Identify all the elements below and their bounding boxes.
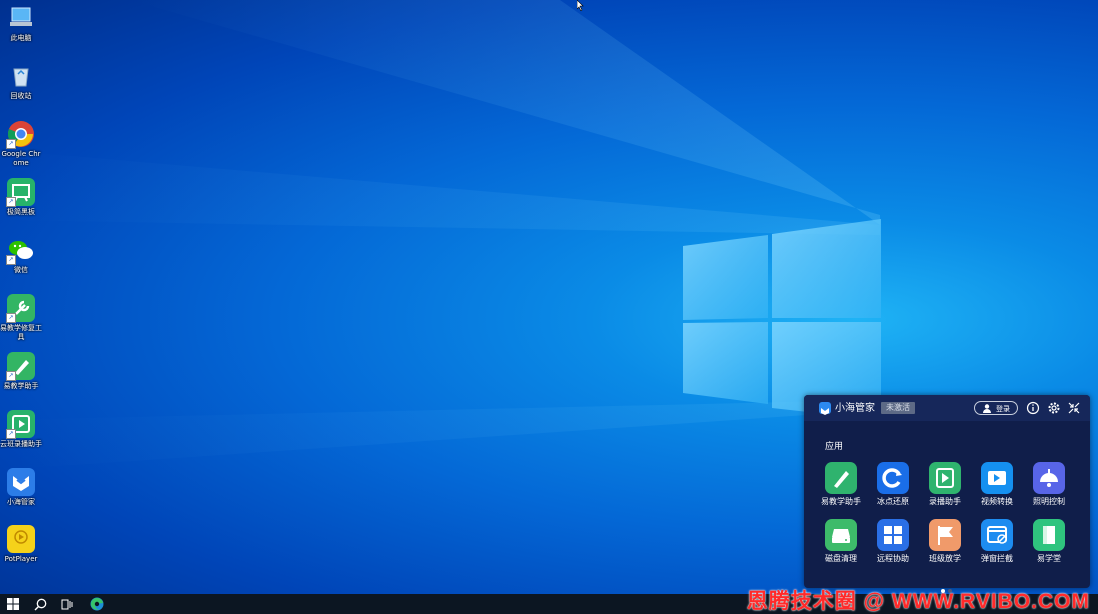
potplayer-icon <box>7 525 35 553</box>
xiaohai-logo-icon <box>819 402 831 415</box>
search-icon <box>34 598 46 610</box>
shortcut-arrow-icon: ↗ <box>6 197 16 207</box>
desktop-icon-label: 此电脑 <box>10 34 32 42</box>
shortcut-arrow-icon: ↗ <box>6 371 16 381</box>
watermark: 恩腾技术圈 @ WWW.RVIBO.COM <box>746 590 1090 613</box>
desktop-icon-recording-assistant[interactable]: ↗ 云班录播助手 <box>0 410 42 449</box>
section-title-apps: 应用 <box>825 442 844 452</box>
book-icon <box>1033 519 1065 551</box>
video-convert-icon <box>981 462 1013 494</box>
desktop-icon-label: 回收站 <box>10 92 32 100</box>
app-class-dismissal[interactable]: 班级放学 <box>920 519 970 564</box>
record-icon <box>929 462 961 494</box>
app-remote-assist[interactable]: 远程协助 <box>868 519 918 564</box>
edge-icon <box>90 597 104 611</box>
desktop-icon-label: Google Chrome <box>1 150 41 167</box>
recycle-bin-icon <box>7 62 35 90</box>
desktop-icon-teaching-assistant[interactable]: ↗ 易教学助手 <box>0 352 42 391</box>
activation-status-badge[interactable]: 未激活 <box>881 402 915 414</box>
app-freeze-restore[interactable]: 冰点还原 <box>868 462 918 507</box>
login-label: 登录 <box>996 405 1010 413</box>
app-label: 易学堂 <box>1037 554 1061 563</box>
app-teaching-assistant[interactable]: 易教学助手 <box>816 462 866 507</box>
blackboard-app-icon: ↗ <box>6 178 35 207</box>
collapse-icon[interactable] <box>1067 401 1081 415</box>
info-icon[interactable] <box>1026 401 1040 415</box>
repair-tool-icon: ↗ <box>6 294 35 323</box>
settings-icon[interactable] <box>1047 401 1061 415</box>
computer-icon <box>7 4 35 32</box>
desktop-icon-xiaohai-manager[interactable]: 小海管家 <box>0 468 42 507</box>
mouse-pointer-icon <box>577 0 584 11</box>
popup-block-icon <box>981 519 1013 551</box>
remote-icon <box>877 519 909 551</box>
wechat-icon: ↗ <box>6 236 35 265</box>
desktop-icon-label: PotPlayer <box>4 555 38 563</box>
app-label: 冰点还原 <box>877 497 909 506</box>
search-button[interactable] <box>27 594 53 614</box>
app-label: 远程协助 <box>877 554 909 563</box>
app-label: 磁盘清理 <box>825 554 857 563</box>
desktop-icon-label: 云班录播助手 <box>0 440 42 448</box>
task-view-button[interactable] <box>54 594 80 614</box>
windows-logo-icon <box>7 598 19 610</box>
desktop-icon-chrome[interactable]: ↗ Google Chrome <box>0 120 42 168</box>
desktop-icon-label: 易教学助手 <box>3 382 39 390</box>
desktop-icon-label: 极简黑板 <box>7 208 35 216</box>
app-label: 录播助手 <box>929 497 961 506</box>
flag-icon <box>929 519 961 551</box>
app-disk-cleanup[interactable]: 磁盘清理 <box>816 519 866 564</box>
pen-icon <box>825 462 857 494</box>
shortcut-arrow-icon: ↗ <box>6 429 16 439</box>
app-label: 易教学助手 <box>821 497 861 506</box>
task-view-icon <box>61 599 73 609</box>
desktop-icon-repair-tool[interactable]: ↗ 易教学修复工具 <box>0 294 42 342</box>
app-label: 照明控制 <box>1033 497 1065 506</box>
shortcut-arrow-icon: ↗ <box>6 139 16 149</box>
app-label: 弹窗拦截 <box>981 554 1013 563</box>
xiaohai-manager-icon <box>7 468 35 496</box>
app-video-convert[interactable]: 视频转换 <box>972 462 1022 507</box>
start-button[interactable] <box>0 594 26 614</box>
lamp-icon <box>1033 462 1065 494</box>
xiaohai-manager-panel: 小海管家 未激活 登录 应用 易教学助手 冰点还原 录播助手 视频转换 照明控制… <box>804 395 1090 593</box>
app-label: 班级放学 <box>929 554 961 563</box>
shortcut-arrow-icon: ↗ <box>6 255 16 265</box>
restore-icon <box>877 462 909 494</box>
desktop-icon-label: 易教学修复工具 <box>0 324 42 341</box>
desktop-icon-recycle-bin[interactable]: 回收站 <box>0 62 42 101</box>
app-label: 视频转换 <box>981 497 1013 506</box>
app-recording-assistant[interactable]: 录播助手 <box>920 462 970 507</box>
app-yi-xuetang[interactable]: 易学堂 <box>1024 519 1074 564</box>
user-icon <box>983 404 991 413</box>
app-lighting-control[interactable]: 照明控制 <box>1024 462 1074 507</box>
shortcut-arrow-icon: ↗ <box>6 313 16 323</box>
recording-assistant-icon: ↗ <box>6 410 35 439</box>
panel-header: 小海管家 未激活 登录 <box>804 395 1090 421</box>
desktop-icon-computer[interactable]: 此电脑 <box>0 4 42 43</box>
teaching-assistant-icon: ↗ <box>6 352 35 381</box>
desktop-icon-blackboard[interactable]: ↗ 极简黑板 <box>0 178 42 217</box>
desktop-icon-label: 小海管家 <box>7 498 35 506</box>
edge-button[interactable] <box>84 594 110 614</box>
desktop-icon-potplayer[interactable]: PotPlayer <box>0 525 42 564</box>
desktop-icon-label: 微信 <box>14 266 28 274</box>
desktop-icon-wechat[interactable]: ↗ 微信 <box>0 236 42 275</box>
chrome-icon: ↗ <box>6 120 35 149</box>
login-button[interactable]: 登录 <box>974 401 1018 415</box>
panel-title: 小海管家 <box>835 403 875 414</box>
app-popup-block[interactable]: 弹窗拦截 <box>972 519 1022 564</box>
disk-icon <box>825 519 857 551</box>
